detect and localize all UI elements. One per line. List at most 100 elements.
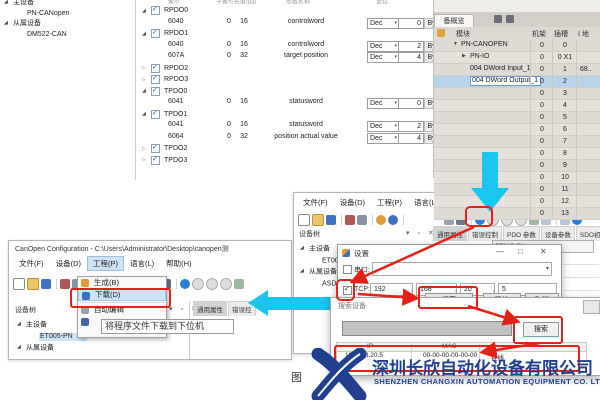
- maximize-button[interactable]: □: [518, 247, 523, 256]
- tree-expander-icon[interactable]: [4, 18, 13, 29]
- overview-row[interactable]: 0 4: [434, 100, 600, 112]
- overview-row[interactable]: 0 3: [434, 88, 600, 100]
- tab-device-overview[interactable]: 备概览: [434, 14, 474, 28]
- overview-row[interactable]: 0 7: [434, 136, 600, 148]
- unit-dropdown[interactable]: Dec: [367, 133, 399, 144]
- search-button[interactable]: 搜索: [523, 322, 559, 337]
- offset-input[interactable]: 0: [398, 18, 424, 29]
- tree-expander-icon[interactable]: [300, 243, 309, 255]
- row-expander-icon[interactable]: ▼: [453, 41, 458, 47]
- pdo-expander-icon[interactable]: [142, 146, 151, 152]
- menu-item-auto[interactable]: 自动编辑: [78, 304, 166, 316]
- menu-item[interactable]: 帮助(H): [160, 256, 197, 271]
- pdo-checkbox[interactable]: [151, 110, 160, 119]
- pdo-expander-icon[interactable]: [142, 77, 151, 83]
- network-icon[interactable]: [357, 215, 367, 225]
- tab[interactable]: 错误控制: [468, 226, 502, 241]
- pdo-expander-icon[interactable]: [142, 111, 151, 117]
- pdo-checkbox[interactable]: [151, 29, 160, 38]
- overview-row[interactable]: 0 12: [434, 196, 600, 208]
- overview-row[interactable]: 0 5: [434, 112, 600, 124]
- menu-item[interactable]: 文件(F): [297, 195, 334, 210]
- menu-item[interactable]: 工程(P): [87, 256, 124, 271]
- tree-item[interactable]: DM522-CAN: [18, 29, 124, 40]
- pdo-expander-icon[interactable]: [142, 65, 151, 71]
- new-file-icon[interactable]: [13, 278, 25, 290]
- status-icon[interactable]: [220, 278, 232, 290]
- status-icon[interactable]: [192, 278, 204, 290]
- panel-tool-icon[interactable]: [506, 15, 514, 23]
- menu-item-download[interactable]: 下载(D): [78, 289, 166, 301]
- pdo-expander-icon[interactable]: [142, 157, 151, 163]
- menu-item[interactable]: 文件(F): [13, 256, 50, 271]
- overview-row[interactable]: ▶ PN-IO 0 0 X1: [434, 52, 600, 64]
- offset-input[interactable]: 4: [398, 133, 424, 144]
- offset-input[interactable]: 4: [398, 52, 424, 63]
- overview-row[interactable]: 004 DWord Output_1 0 2: [434, 76, 600, 88]
- unit-dropdown[interactable]: Dec: [367, 52, 399, 63]
- pdo-checkbox[interactable]: [151, 156, 160, 165]
- pdo-expander-icon[interactable]: [142, 31, 151, 37]
- close-button[interactable]: ✕: [540, 247, 547, 256]
- offset-input[interactable]: 0: [398, 98, 424, 109]
- generate-icon[interactable]: [376, 215, 386, 225]
- serial-checkbox[interactable]: [343, 265, 352, 274]
- filter-icon[interactable]: [437, 29, 445, 37]
- unit-dropdown[interactable]: Dec: [367, 18, 399, 29]
- overview-row[interactable]: 0 10: [434, 172, 600, 184]
- tcp-checkbox[interactable]: [343, 286, 352, 295]
- tree-item[interactable]: 主设备: [4, 0, 124, 8]
- tree-expander-icon[interactable]: [4, 0, 13, 8]
- tree-item[interactable]: 从属设备: [4, 18, 124, 29]
- offset-input[interactable]: 2: [398, 41, 424, 52]
- network-icon[interactable]: [345, 215, 355, 225]
- unit-dropdown[interactable]: Dec: [367, 98, 399, 109]
- ip-octet-1[interactable]: 192: [370, 283, 413, 296]
- pdo-checkbox[interactable]: [151, 144, 160, 153]
- pdo-checkbox[interactable]: [151, 6, 160, 15]
- tree-item[interactable]: 从属设备: [17, 342, 187, 354]
- overview-row[interactable]: 0 8: [434, 148, 600, 160]
- new-file-icon[interactable]: [298, 214, 310, 226]
- overview-row[interactable]: 0 9: [434, 160, 600, 172]
- status-icon[interactable]: [206, 278, 218, 290]
- network-icon[interactable]: [60, 279, 70, 289]
- tree-expander-icon[interactable]: [300, 266, 309, 278]
- menu-item[interactable]: 工程(P): [371, 195, 408, 210]
- tab[interactable]: 通用属性: [193, 301, 227, 316]
- overview-row[interactable]: ▼ PN-CANOPEN 0 0: [434, 40, 600, 52]
- serial-port-dropdown[interactable]: [372, 262, 552, 276]
- close-button[interactable]: [583, 300, 600, 314]
- open-file-icon[interactable]: [312, 214, 324, 226]
- menu-item[interactable]: 设备(D): [334, 195, 371, 210]
- tree-item[interactable]: PN-CANopen: [18, 8, 124, 19]
- tree-expander-icon[interactable]: [17, 342, 26, 354]
- unit-dropdown[interactable]: Dec: [367, 41, 399, 52]
- overview-row[interactable]: 004 DWord Input_1 0 1 68..: [434, 64, 600, 76]
- menu-item-generate[interactable]: 生成(B): [78, 277, 166, 289]
- overview-row[interactable]: 0 11: [434, 184, 600, 196]
- tab[interactable]: 通用属性: [433, 226, 467, 241]
- overview-row[interactable]: 0 6: [434, 124, 600, 136]
- tab[interactable]: PDO 参数: [503, 226, 540, 241]
- pdo-expander-icon[interactable]: [142, 88, 151, 94]
- pdo-checkbox[interactable]: [151, 75, 160, 84]
- pdo-expander-icon[interactable]: [142, 8, 151, 14]
- pdo-checkbox[interactable]: [151, 87, 160, 96]
- panel-tool-icon[interactable]: [494, 15, 502, 23]
- menu-item[interactable]: 语言(L): [124, 256, 160, 271]
- tab[interactable]: 设备参数: [541, 226, 575, 241]
- minimize-button[interactable]: —: [496, 247, 504, 256]
- tree-expander-icon[interactable]: [17, 319, 26, 331]
- pdo-checkbox[interactable]: [151, 64, 160, 73]
- grid-icon[interactable]: [234, 279, 244, 289]
- unit-dropdown[interactable]: Dec: [367, 121, 399, 132]
- download-icon[interactable]: [388, 215, 398, 225]
- offset-input[interactable]: 2: [398, 121, 424, 132]
- save-icon[interactable]: [326, 215, 336, 225]
- save-icon[interactable]: [41, 279, 51, 289]
- row-expander-icon[interactable]: ▶: [462, 53, 466, 59]
- open-file-icon[interactable]: [27, 278, 39, 290]
- stop-icon[interactable]: [180, 279, 190, 289]
- overview-row[interactable]: 0 13: [434, 208, 600, 220]
